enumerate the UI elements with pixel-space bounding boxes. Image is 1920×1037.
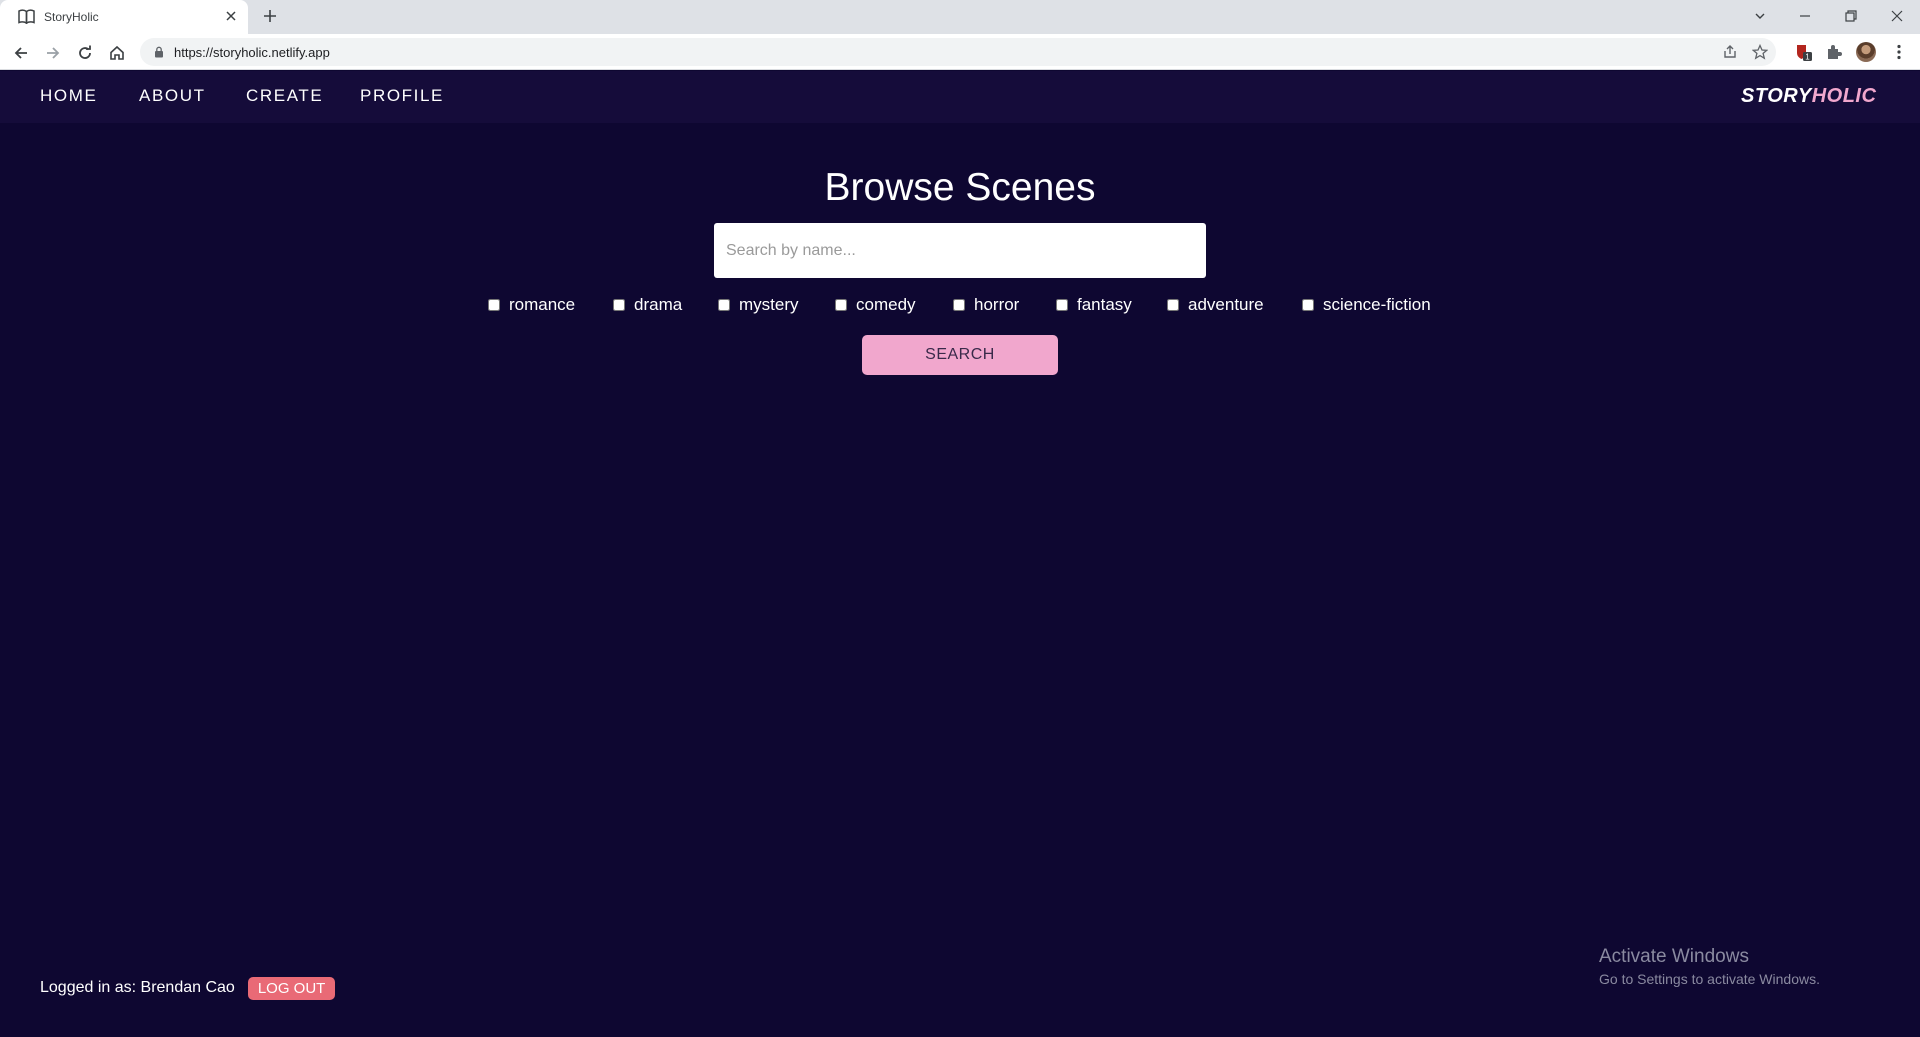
new-tab-icon[interactable] [262,8,278,24]
close-icon[interactable] [224,9,238,23]
more-menu-icon[interactable] [1890,43,1908,61]
nav-about-link[interactable]: ABOUT [139,86,206,106]
genre-label: comedy [856,295,916,314]
restore-icon[interactable] [1843,8,1859,24]
genre-fantasy[interactable]: fantasy [1056,293,1132,317]
nav-home-link[interactable]: HOME [40,86,97,106]
genre-mystery[interactable]: mystery [718,293,799,317]
genre-label: science-fiction [1323,295,1431,314]
nav-create-link[interactable]: CREATE [246,86,323,106]
home-icon[interactable] [108,44,126,62]
genre-label: adventure [1188,295,1264,314]
genre-comedy[interactable]: comedy [835,293,916,317]
windows-activation-watermark: Activate Windows Go to Settings to activ… [1599,946,1820,987]
footer: Logged in as: Brendan Cao LOG OUT [40,976,336,1000]
watermark-title: Activate Windows [1599,946,1749,967]
watermark-subtitle: Go to Settings to activate Windows. [1599,971,1820,987]
genre-adventure[interactable]: adventure [1167,293,1264,317]
site-nav: HOME ABOUT CREATE PROFILE STORYHOLIC [0,71,1920,123]
genre-label: romance [509,295,576,314]
address-bar[interactable]: https://storyholic.netlify.app [140,38,1776,66]
genre-label: fantasy [1077,295,1132,314]
genre-science-fiction[interactable]: science-fiction [1302,293,1431,317]
brand-story: STORY [1741,85,1812,107]
genre-mystery-checkbox[interactable] [718,299,730,311]
genre-adventure-checkbox[interactable] [1167,299,1179,311]
brand-holic: HOLIC [1811,85,1877,107]
browser-tabstrip: StoryHolic [0,0,1920,34]
genre-drama-checkbox[interactable] [613,299,625,311]
genre-romance-checkbox[interactable] [488,299,500,311]
genre-label: mystery [739,295,799,314]
forward-icon[interactable] [44,44,62,62]
logout-button[interactable]: LOG OUT [247,976,336,1000]
genre-label: drama [634,295,683,314]
extension-shield-icon[interactable]: 1 [1794,43,1812,61]
reload-icon[interactable] [76,44,94,62]
lock-icon [155,46,163,58]
browser-toolbar: https://storyholic.netlify.app 1 [0,34,1920,70]
page-title: Browse Scenes [824,166,1096,209]
extension-badge: 1 [1805,52,1810,61]
genre-science-fiction-checkbox[interactable] [1302,299,1314,311]
window-close-icon[interactable] [1889,8,1905,24]
genre-horror[interactable]: horror [953,293,1019,317]
minimize-icon[interactable] [1797,8,1813,24]
genre-comedy-checkbox[interactable] [835,299,847,311]
profile-avatar[interactable] [1856,42,1876,62]
book-icon [18,9,35,24]
brand-logo[interactable]: STORYHOLIC [1741,85,1876,108]
tab-title: StoryHolic [44,10,99,24]
share-icon[interactable] [1722,44,1738,60]
back-icon[interactable] [12,44,30,62]
browser-tab[interactable]: StoryHolic [0,0,248,34]
tab-search-icon[interactable] [1752,8,1768,24]
genre-drama[interactable]: drama [613,293,682,317]
search-button[interactable]: SEARCH [862,335,1058,375]
genre-fantasy-checkbox[interactable] [1056,299,1068,311]
bookmark-star-icon[interactable] [1752,44,1768,60]
nav-profile-link[interactable]: PROFILE [360,86,444,106]
extensions-puzzle-icon[interactable] [1825,43,1843,61]
genre-romance[interactable]: romance [488,293,575,317]
logged-in-text: Logged in as: Brendan Cao [40,979,235,996]
url-text: https://storyholic.netlify.app [174,45,330,60]
genre-label: horror [974,295,1020,314]
genre-horror-checkbox[interactable] [953,299,965,311]
genre-filter-list: romance drama mystery comedy horror fant… [0,293,1920,317]
search-input[interactable] [714,223,1206,278]
